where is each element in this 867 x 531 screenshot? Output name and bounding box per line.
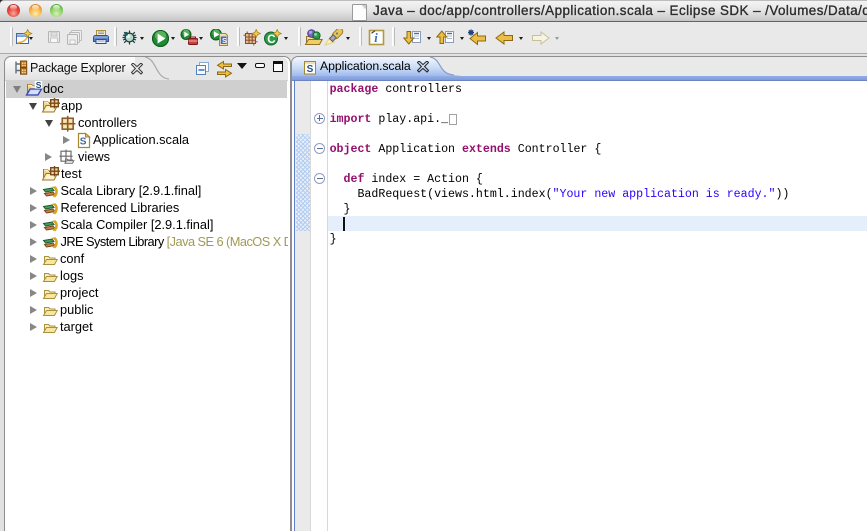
svg-text:S: S bbox=[80, 137, 87, 148]
svg-text:S: S bbox=[307, 64, 314, 75]
svg-text:i: i bbox=[374, 31, 378, 45]
svg-text:S: S bbox=[36, 81, 42, 90]
svg-text:S: S bbox=[222, 36, 227, 45]
svg-text:C: C bbox=[267, 34, 275, 46]
